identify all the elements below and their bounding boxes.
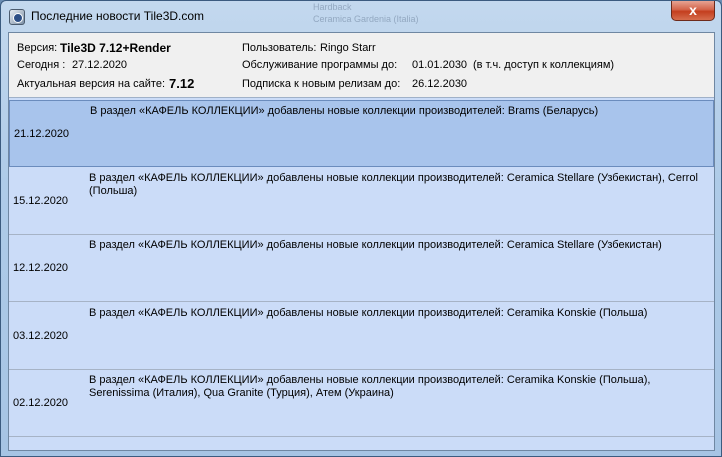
client-area: Версия: Tile3D 7.12+Render Сегодня : 27.…	[8, 32, 715, 451]
background-label: Ceramica Gardenia (Italia)	[313, 14, 419, 24]
news-text: В раздел «КАФЕЛЬ КОЛЛЕКЦИИ» добавлены но…	[90, 105, 599, 117]
news-row[interactable]: 21.12.2020 В раздел «КАФЕЛЬ КОЛЛЕКЦИИ» д…	[9, 100, 714, 167]
news-row[interactable]: 15.12.2020 В раздел «КАФЕЛЬ КОЛЛЕКЦИИ» д…	[9, 168, 714, 235]
service-note: (в т.ч. доступ к коллекциям)	[473, 59, 615, 71]
service-value: 01.01.2030	[412, 59, 468, 71]
news-row[interactable]: 02.12.2020 В раздел «КАФЕЛЬ КОЛЛЕКЦИИ» д…	[9, 370, 714, 437]
news-row[interactable]: 12.12.2020 В раздел «КАФЕЛЬ КОЛЛЕКЦИИ» д…	[9, 235, 714, 302]
news-window: Последние новости Tile3D.com Hardback Ce…	[0, 0, 722, 457]
news-date: 03.12.2020	[13, 330, 69, 342]
window-title: Последние новости Tile3D.com	[31, 9, 205, 23]
info-panel: Версия: Tile3D 7.12+Render Сегодня : 27.…	[9, 33, 714, 97]
subscription-value: 26.12.2030	[412, 78, 468, 90]
news-list[interactable]: 21.12.2020 В раздел «КАФЕЛЬ КОЛЛЕКЦИИ» д…	[9, 97, 714, 450]
today-label: Сегодня :	[17, 59, 66, 71]
news-text: В раздел «КАФЕЛЬ КОЛЛЕКЦИИ» добавлены но…	[89, 307, 648, 319]
news-date: 12.12.2020	[13, 262, 69, 274]
news-text: В раздел «КАФЕЛЬ КОЛЛЕКЦИИ» добавлены но…	[89, 374, 651, 399]
actual-version-value: 7.12	[169, 76, 195, 91]
news-date: 02.12.2020	[13, 397, 69, 409]
news-text: В раздел «КАФЕЛЬ КОЛЛЕКЦИИ» добавлены но…	[89, 239, 662, 251]
today-value: 27.12.2020	[72, 59, 128, 71]
title-bar[interactable]: Последние новости Tile3D.com Hardback Ce…	[1, 1, 721, 32]
news-date: 21.12.2020	[14, 128, 70, 140]
service-label: Обслуживание программы до:	[242, 59, 398, 71]
actual-version-label: Актуальная версия на сайте:	[17, 78, 165, 90]
version-value: Tile3D 7.12+Render	[60, 41, 171, 55]
close-button[interactable]: x	[671, 1, 715, 21]
app-icon	[9, 9, 25, 25]
user-label: Пользователь:	[242, 42, 317, 54]
news-row[interactable]: 03.12.2020 В раздел «КАФЕЛЬ КОЛЛЕКЦИИ» д…	[9, 303, 714, 370]
user-value: Ringo Starr	[320, 42, 376, 54]
news-text: В раздел «КАФЕЛЬ КОЛЛЕКЦИИ» добавлены но…	[89, 172, 698, 197]
subscription-label: Подписка к новым релизам до:	[242, 78, 401, 90]
news-date: 15.12.2020	[13, 195, 69, 207]
background-label: Hardback	[313, 2, 352, 12]
version-label: Версия:	[17, 42, 58, 54]
